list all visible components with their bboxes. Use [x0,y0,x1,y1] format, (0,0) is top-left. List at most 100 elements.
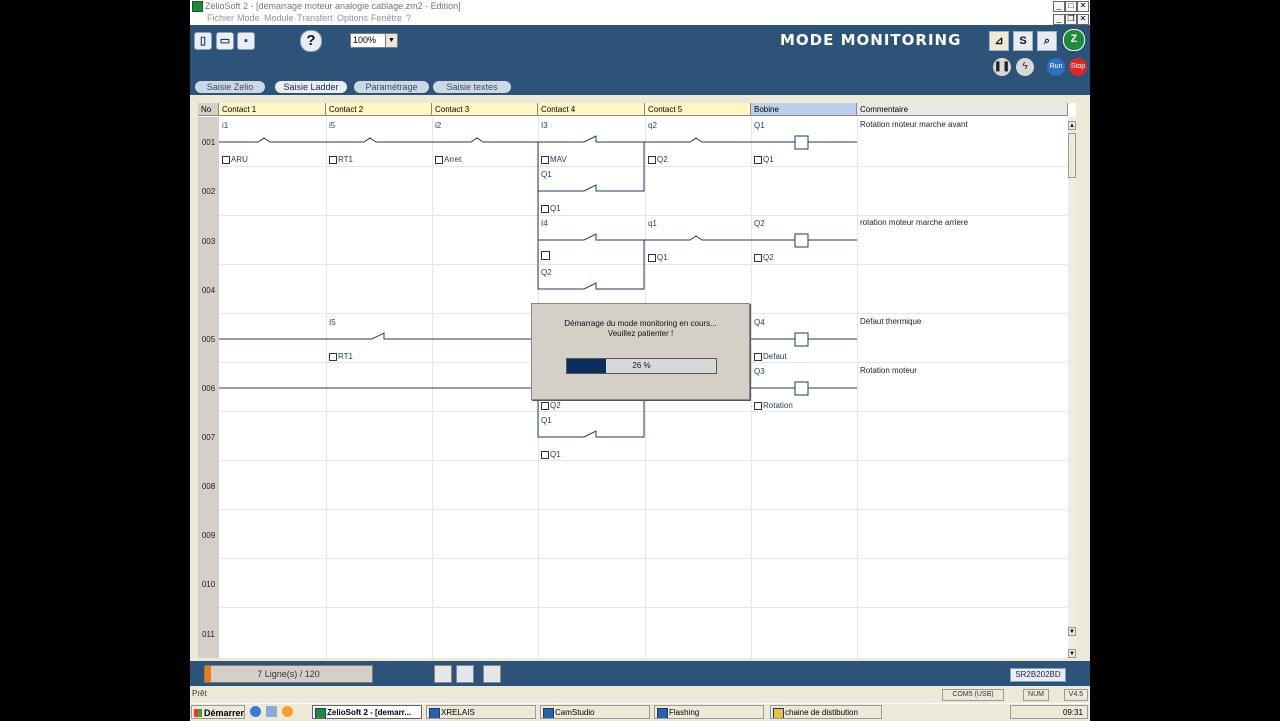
doc-restore-button[interactable]: ❐ [1065,14,1077,25]
empty-checkbox-icon [541,251,550,260]
contact-name: Q1 [541,450,561,459]
doc-close-button[interactable]: ✕ [1077,14,1089,25]
chart-icon[interactable]: ⊿ [989,31,1009,51]
new-file-icon[interactable]: ▯ [194,32,212,50]
status-version: V4.5 [1064,689,1088,701]
contact-label: q1 [648,219,657,228]
status-ready: Prêt [192,689,207,698]
task-label: chaine de distibution [785,708,858,717]
start-label: Démarrer [204,708,245,718]
zoom-select[interactable]: 100% ▼ [350,33,398,48]
zeliosoft-icon [315,708,326,718]
menu-fenetre[interactable]: Fenêtre [371,12,402,25]
contact-label: i2 [435,121,442,130]
task-flashing[interactable]: Flashing [654,705,764,719]
app-icon [192,1,203,12]
close-button[interactable]: ✕ [1077,1,1089,12]
task-xrelais[interactable]: XRELAIS [426,705,536,719]
simulation-s-button[interactable]: S [1013,31,1033,51]
zoom-value: 100% [353,35,377,45]
contact-name: RT1 [329,155,353,164]
contact-label: I5 [329,318,336,327]
monitoring-progress-dialog: Démarrage du mode monitoring en cours...… [531,303,750,400]
contact-label: Q1 [541,416,552,425]
contact-name: RT1 [329,352,353,361]
desktop-icon[interactable] [266,706,277,717]
io-icon[interactable] [483,665,501,683]
contact-name: Q2 [541,401,561,410]
lines-counter: 7 Ligne(s) / 120 [204,665,373,683]
contact-label: I3 [541,121,548,130]
scroll-down-icon[interactable]: ▼ [1068,627,1076,636]
stop-button[interactable]: Stop [1069,58,1087,76]
flashing-icon [657,708,668,718]
coil-label: Q2 [754,219,765,228]
start-button[interactable]: Démarrer [191,705,245,719]
contact-name: Q1 [648,253,668,262]
run-button[interactable]: Run [1047,58,1065,76]
status-num: NUM [1023,689,1049,701]
contact-label: Q1 [541,170,552,179]
contact-label: Q2 [541,268,552,277]
scroll-down-icon[interactable]: ▼ [1068,649,1076,658]
contact-label: i5 [329,121,336,130]
windows-taskbar: Démarrer ZelioSoft 2 - [demarr... XRELAI… [190,703,1090,721]
vertical-scrollbar[interactable]: ▲ ▼ ▼ [1068,117,1076,658]
program-icon[interactable] [434,665,452,683]
progress-bar: 26 % [566,358,717,374]
menu-help[interactable]: ? [406,12,411,25]
dialog-message: Démarrage du mode monitoring en cours...… [532,319,749,339]
doc-minimize-button[interactable]: _ [1053,14,1065,25]
title-bar: ZelioSoft 2 - [demarrage moteur analogie… [190,0,1090,12]
task-zeliosoft[interactable]: ZelioSoft 2 - [demarr... [312,705,422,719]
ie-icon[interactable] [250,706,261,717]
contact-name: Q2 [648,155,668,164]
task-label: ZelioSoft 2 - [demarr... [327,708,412,717]
contact-label: i1 [222,121,229,130]
menu-options[interactable]: Options [337,12,368,25]
folder-icon [773,708,784,718]
contact-name: Q1 [541,204,561,213]
mode-title: MODE MONITORING [780,31,962,49]
menu-mode[interactable]: Mode [237,12,260,25]
task-chaine-distibution[interactable]: chaine de distibution [770,705,882,719]
contact-name: MAV [541,155,567,164]
menu-transfert[interactable]: Transfert [297,12,333,25]
comment-text: Défaut thermique [860,317,922,326]
browser-icon[interactable] [282,706,293,717]
lightning-icon[interactable]: ϟ [1016,58,1034,76]
tab-saisie-textes[interactable]: Saisie textes [433,81,511,93]
menu-fichier[interactable]: Fichier [207,12,234,25]
scroll-up-icon[interactable]: ▲ [1068,121,1076,130]
toolbar-header: ▯ ▭ ▪ ? 100% ▼ MODE MONITORING ⊿ S ⌕ Z ❚… [190,25,1090,79]
chevron-down-icon[interactable]: ▼ [385,34,397,47]
tab-saisie-zelio[interactable]: Saisie Zelio [195,81,265,93]
menu-module[interactable]: Module [264,12,294,25]
scroll-thumb[interactable] [1068,133,1076,178]
tabs-row: Saisie Zelio Saisie Ladder Paramétrage S… [190,79,1090,95]
task-camstudio[interactable]: CamStudio [540,705,650,719]
pause-icon[interactable]: ❚❚ [993,58,1011,76]
maximize-button[interactable]: □ [1065,1,1077,12]
save-disk-icon[interactable]: ▪ [237,32,255,50]
dialog-line2: Veuillez patienter ! [607,329,674,338]
window-title: ZelioSoft 2 - [demarrage moteur analogie… [205,1,461,11]
comment-text: Rotation moteur [860,366,917,375]
module-icon[interactable] [456,665,474,683]
menu-bar: Fichier Mode Module Transfert Options Fe… [190,12,1090,25]
contact-name: ARU [222,155,248,164]
help-button[interactable]: ? [300,30,322,52]
contact-label: I4 [541,219,548,228]
lines-count: 7 Ligne(s) / 120 [257,669,320,679]
zelio-logo-icon: Z [1063,29,1085,51]
open-folder-icon[interactable]: ▭ [216,32,234,50]
status-port: COM5 (USB) [942,689,1004,701]
coil-label: Q1 [754,121,765,130]
comment-text: Rotation moteur marche avant [860,120,968,129]
minimize-button[interactable]: _ [1053,1,1065,12]
tab-saisie-ladder[interactable]: Saisie Ladder [275,81,347,93]
contact-label: q2 [648,121,657,130]
coil-name: Defaut [754,352,787,361]
search-icon[interactable]: ⌕ [1037,31,1057,51]
tab-parametrage[interactable]: Paramétrage [354,81,429,93]
